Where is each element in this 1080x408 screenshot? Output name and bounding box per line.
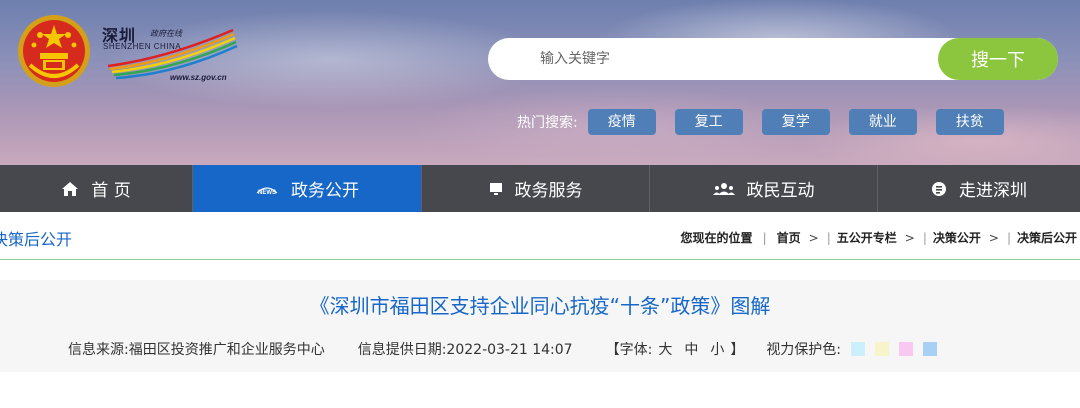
breadcrumb-location-label: 您现在的位置 bbox=[680, 231, 753, 245]
hot-search-tag[interactable]: 复学 bbox=[761, 109, 830, 135]
news-icon: NEWS bbox=[255, 182, 279, 196]
breadcrumb-separator: > bbox=[808, 230, 819, 245]
hot-search-label: 热门搜索: bbox=[517, 115, 578, 131]
nav-item-label: 政务公开 bbox=[291, 181, 359, 201]
article-title: 《深圳市福田区支持企业同心抗疫“十条”政策》图解 bbox=[309, 294, 771, 318]
people-icon bbox=[712, 182, 735, 196]
font-size-small[interactable]: 小 bbox=[710, 339, 724, 359]
eye-care-swatch[interactable] bbox=[875, 342, 890, 356]
home-icon bbox=[61, 181, 79, 197]
header-banner: 深圳 政府在线 SHENZHEN CHINA www.sz.gov.cn 搜一下… bbox=[0, 0, 1080, 165]
info-circle-icon bbox=[931, 181, 947, 197]
eye-care-swatch[interactable] bbox=[899, 342, 914, 356]
font-size-medium[interactable]: 中 bbox=[684, 339, 698, 359]
nav-item-public-interaction[interactable]: 政民互动 bbox=[650, 165, 878, 212]
nav-item-government-affairs-disclosure[interactable]: NEWS 政务公开 bbox=[193, 165, 422, 212]
hot-search-tag[interactable]: 复工 bbox=[674, 109, 743, 135]
nav-item-label: 政民互动 bbox=[746, 181, 815, 201]
search-button[interactable]: 搜一下 bbox=[938, 38, 1058, 80]
nav-item-label: 走进深圳 bbox=[959, 181, 1027, 201]
info-date: 信息提供日期:2022-03-21 14:07 bbox=[357, 342, 573, 358]
breadcrumb-link-home[interactable]: 首页 bbox=[777, 229, 801, 246]
article-meta: 信息来源:福田区投资推广和企业服务中心 信息提供日期:2022-03-21 14… bbox=[68, 339, 938, 359]
hot-search: 热门搜索: 疫情 复工 复学 就业 扶贫 bbox=[517, 109, 1023, 135]
breadcrumb: 您现在的位置 | 首页 > | 五公开专栏 > | 决策公开 > | 决策后公开 bbox=[681, 229, 1077, 246]
breadcrumb-link-five-disclosures[interactable]: 五公开专栏 bbox=[837, 229, 897, 246]
breadcrumb-separator: > bbox=[988, 230, 999, 245]
logo-small-text: 政府在线 bbox=[150, 29, 182, 38]
article-header: 《深圳市福田区支持企业同心抗疫“十条”政策》图解 信息来源:福田区投资推广和企业… bbox=[0, 280, 1080, 372]
breadcrumb-link-decision-disclosure[interactable]: 决策公开 bbox=[933, 229, 981, 246]
national-emblem-icon bbox=[18, 15, 90, 87]
nav-item-explore-shenzhen[interactable]: 走进深圳 bbox=[878, 165, 1080, 212]
search-box: 搜一下 bbox=[488, 38, 1058, 80]
eye-care-label: 视力保护色: bbox=[766, 342, 842, 358]
breadcrumb-bar: 决策后公开 您现在的位置 | 首页 > | 五公开专栏 > | 决策公开 > |… bbox=[0, 212, 1080, 260]
breadcrumb-divider: | bbox=[826, 230, 831, 245]
info-source: 信息来源:福田区投资推广和企业服务中心 bbox=[68, 342, 325, 358]
nav-item-home[interactable]: 首 页 bbox=[0, 165, 193, 212]
eye-care-swatch[interactable] bbox=[923, 342, 938, 356]
font-size-label-open: 【字体: bbox=[605, 342, 653, 358]
logo-english: SHENZHEN CHINA bbox=[103, 42, 182, 51]
nav-item-label: 首 页 bbox=[91, 181, 131, 201]
breadcrumb-divider: | bbox=[922, 230, 927, 245]
breadcrumb-separator: > bbox=[904, 230, 915, 245]
hot-search-tag[interactable]: 扶贫 bbox=[935, 109, 1004, 135]
font-size-label-close: 】 bbox=[730, 342, 745, 358]
eye-care-swatch[interactable] bbox=[851, 342, 866, 356]
breadcrumb-link-post-decision-disclosure[interactable]: 决策后公开 bbox=[1017, 229, 1077, 246]
breadcrumb-divider: | bbox=[762, 230, 767, 245]
logo-url[interactable]: www.sz.gov.cn bbox=[170, 73, 227, 82]
nav-item-government-services[interactable]: 政务服务 bbox=[422, 165, 650, 212]
svg-text:NEWS: NEWS bbox=[258, 190, 276, 196]
nav-item-label: 政务服务 bbox=[514, 181, 583, 201]
search-input[interactable] bbox=[540, 38, 920, 80]
breadcrumb-divider: | bbox=[1006, 230, 1011, 245]
font-size-large[interactable]: 大 bbox=[658, 339, 672, 359]
main-nav: 首 页 NEWS 政务公开 政务服务 政民互动 走进深圳 bbox=[0, 165, 1080, 212]
hot-search-tag[interactable]: 疫情 bbox=[587, 109, 656, 135]
section-title: 决策后公开 bbox=[0, 230, 73, 249]
hot-search-tag[interactable]: 就业 bbox=[848, 109, 917, 135]
monitor-icon bbox=[489, 182, 503, 196]
